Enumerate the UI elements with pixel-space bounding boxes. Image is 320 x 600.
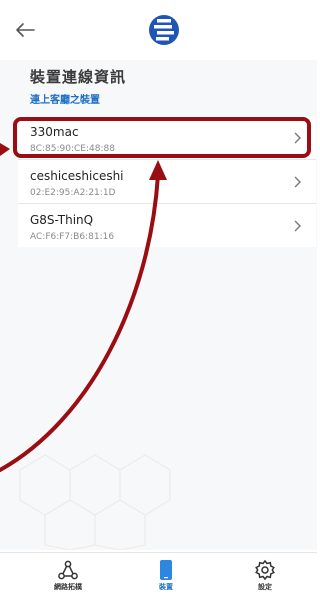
device-mac: 02:E2:95:A2:21:1D: [30, 188, 116, 198]
device-item-ceshiceshiceshi[interactable]: ceshiceshiceshi 02:E2:95:A2:21:1D: [18, 159, 316, 203]
section-label: 連上客廳之裝置: [30, 95, 100, 106]
device-name: ceshiceshiceshi: [30, 169, 124, 183]
page-title: 裝置連線資訊: [30, 68, 127, 86]
device-mac: AC:F6:F7:B6:81:16: [30, 232, 115, 242]
device-item-g8s-thinq[interactable]: G8S-ThinQ AC:F6:F7:B6:81:16: [18, 203, 316, 247]
nav-settings[interactable]: 設定: [235, 559, 295, 597]
device-phone-icon: [160, 560, 172, 580]
annotation-highlight-box: [13, 117, 311, 158]
chevron-right-icon: [294, 220, 301, 232]
device-name: G8S-ThinQ: [30, 213, 94, 227]
top-bar: [0, 0, 317, 60]
network-topology-icon: [58, 560, 78, 580]
hexagon-pattern-decoration: [19, 454, 171, 550]
gear-icon: [255, 559, 275, 581]
chevron-right-icon: [294, 176, 301, 188]
nav-devices[interactable]: 裝置: [136, 559, 196, 597]
app-logo-icon: [149, 15, 179, 45]
back-arrow-icon[interactable]: [12, 20, 38, 40]
nav-network-topology[interactable]: 網路拓樸: [38, 559, 98, 597]
nav-label: 裝置: [159, 583, 173, 591]
bottom-navigation: 網路拓樸 裝置 設定: [0, 552, 317, 600]
nav-label: 設定: [258, 583, 272, 591]
nav-label: 網路拓樸: [54, 583, 82, 591]
